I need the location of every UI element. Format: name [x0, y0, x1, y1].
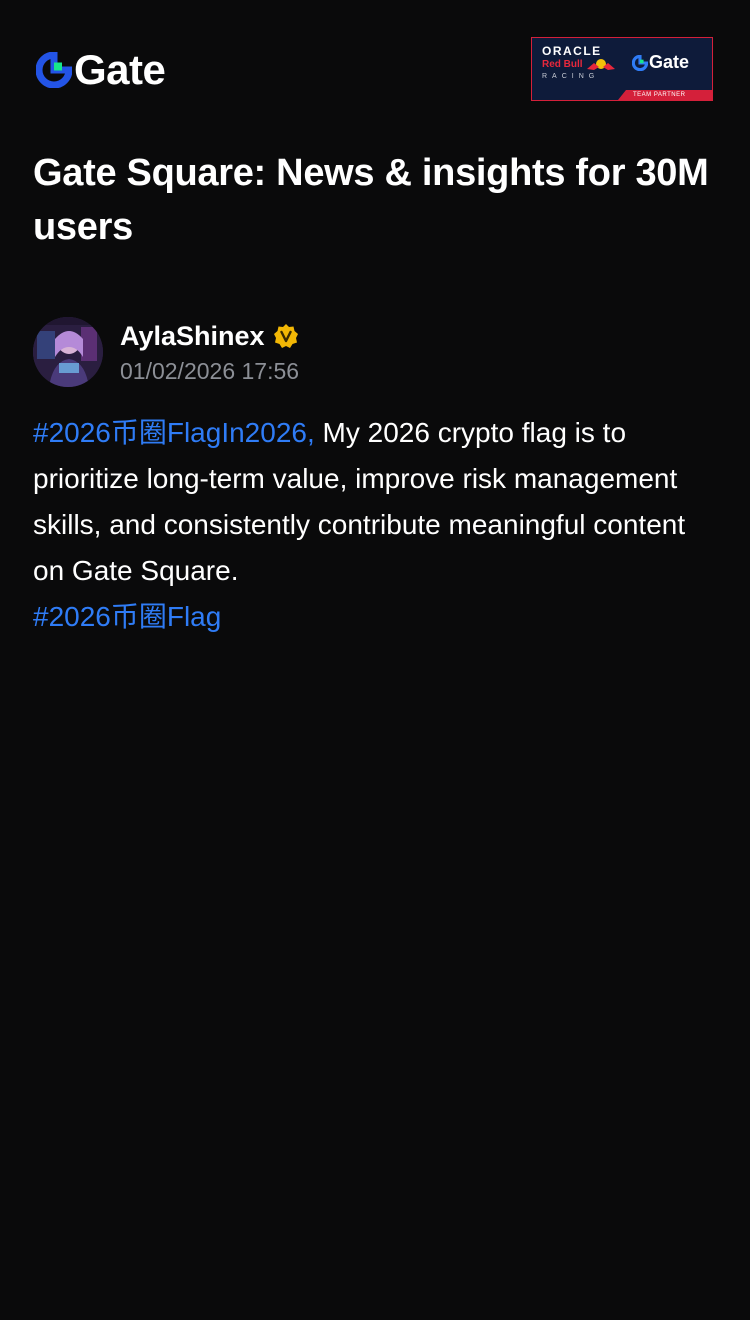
partner-oracle-text: ORACLE	[542, 44, 602, 58]
gate-square-post-page: Gate ORACLE Red Bull RACING Gate TEAM PA…	[0, 0, 750, 1320]
team-partner-text: TEAM PARTNER	[633, 92, 686, 98]
page-title: Gate Square: News & insights for 30M use…	[33, 152, 709, 248]
post-author: AylaShinex 01/02/2026 17:56	[33, 316, 713, 388]
partner-gate-text: Gate	[649, 52, 690, 72]
partner-badge[interactable]: ORACLE Red Bull RACING Gate TEAM PARTNER	[531, 37, 713, 101]
author-name[interactable]: AylaShinex	[120, 321, 265, 352]
partner-gate-logo: Gate	[632, 52, 689, 73]
partner-racing-text: RACING	[542, 73, 600, 80]
author-name-row: AylaShinex	[120, 318, 299, 354]
redbull-bull-icon	[587, 59, 615, 70]
avatar-image	[33, 317, 103, 387]
header: Gate ORACLE Red Bull RACING Gate TEAM PA…	[0, 0, 750, 130]
hashtag-link[interactable]: #2026币圈FlagIn2026,	[33, 417, 315, 448]
gate-logo-small-icon	[632, 54, 648, 71]
avatar[interactable]	[33, 317, 103, 387]
hashtag-link[interactable]: #2026币圈Flag	[33, 601, 221, 632]
verified-badge-icon	[273, 324, 298, 348]
post-timestamp: 01/02/2026 17:56	[120, 358, 300, 384]
brand-name: Gate	[74, 46, 166, 93]
gate-logo[interactable]: Gate	[36, 46, 166, 93]
gate-logo-icon	[36, 52, 72, 88]
post-body: #2026币圈FlagIn2026, My 2026 crypto flag i…	[33, 410, 723, 640]
partner-redbull-text: Red Bull	[542, 59, 583, 70]
